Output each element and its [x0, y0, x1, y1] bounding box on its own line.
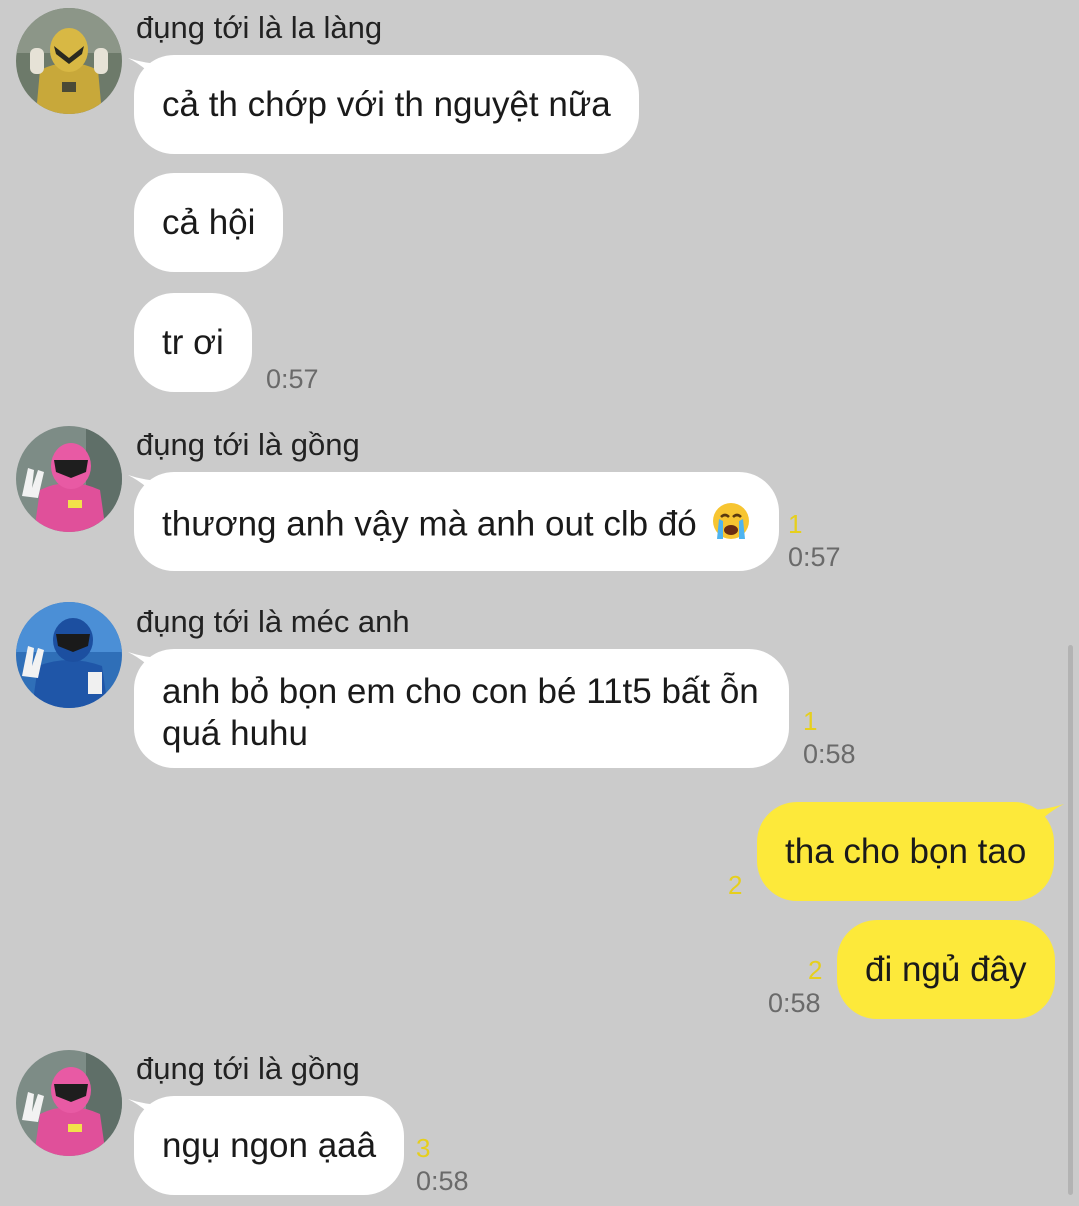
message-text: ngụ ngon ạaâ [162, 1126, 377, 1165]
unread-count: 1 [803, 706, 818, 736]
message-time: 0:57 [266, 364, 319, 394]
message-time: 0:57 [788, 542, 841, 572]
sender-name: đụng tới là gồng [136, 1051, 360, 1086]
message-bubble[interactable]: cả hội [134, 173, 284, 272]
pink-ranger-avatar[interactable] [16, 426, 122, 532]
message-text: cả hội [162, 203, 256, 242]
unread-count: 2 [808, 955, 823, 985]
message-time: 0:58 [416, 1166, 469, 1196]
message-time: 0:58 [768, 988, 821, 1018]
message-time: 0:58 [803, 739, 856, 769]
message-text: anh bỏ bọn em cho con bé 11t5 bất ỗn quá… [162, 672, 759, 753]
scrollbar[interactable] [1068, 645, 1073, 1195]
unread-count: 3 [416, 1133, 431, 1163]
yellow-ranger-avatar[interactable] [16, 8, 122, 114]
message-bubble[interactable]: đi ngủ đây [837, 920, 1055, 1019]
sender-name: đụng tới là la làng [136, 10, 383, 45]
unread-count: 1 [788, 509, 803, 539]
crying-face-emoji [711, 501, 751, 551]
message-text: thương anh vậy mà anh out clb đó [162, 504, 697, 544]
sender-name: đụng tới là gồng [136, 427, 360, 462]
message-bubble[interactable]: ngụ ngon ạaâ [134, 1096, 405, 1195]
message-text: cả th chớp với th nguyệt nữa [162, 85, 611, 124]
message-text: tha cho bọn tao [785, 832, 1027, 871]
message-bubble[interactable]: tr ơi [134, 293, 252, 392]
sender-name: đụng tới là méc anh [136, 604, 410, 639]
message-text: tr ơi [162, 323, 224, 362]
message-bubble[interactable]: cả th chớp với th nguyệt nữa [134, 55, 639, 154]
blue-ranger-avatar[interactable] [16, 602, 122, 708]
message-bubble[interactable]: anh bỏ bọn em cho con bé 11t5 bất ỗn quá… [134, 649, 789, 768]
message-bubble[interactable]: thương anh vậy mà anh out clb đó [134, 472, 779, 571]
unread-count: 2 [728, 870, 743, 900]
pink-ranger-avatar[interactable] [16, 1050, 122, 1156]
message-text: đi ngủ đây [865, 950, 1027, 989]
message-bubble[interactable]: tha cho bọn tao [757, 802, 1055, 901]
